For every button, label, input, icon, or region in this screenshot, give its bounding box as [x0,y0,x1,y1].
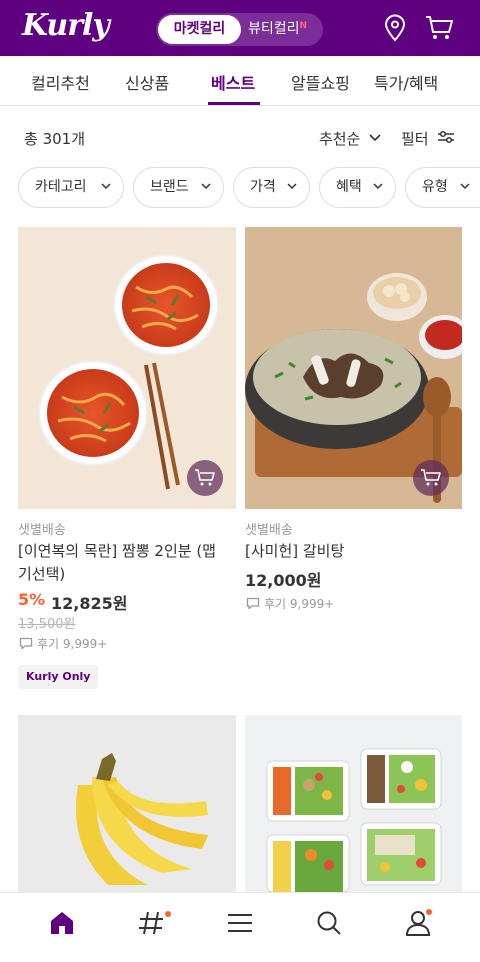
speech-bubble-icon [19,637,33,650]
chevron-down-icon [369,134,381,142]
chip-label: 가격 [250,179,276,195]
chevron-down-icon [460,183,470,190]
kurly-only-badge: Kurly Only [18,665,99,689]
filter-chip-type[interactable]: 유형 [405,167,480,208]
category-tabs: 컬리추천 신상품 베스트 알뜰쇼핑 특가/혜택 [0,56,480,106]
delivery-type: 샛별배송 [245,523,293,538]
product-name[interactable]: [사미헌] 갈비탕 [245,540,463,563]
delivery-type: 샛별배송 [18,523,66,538]
chip-label: 유형 [422,179,448,195]
review-text: 후기 9,999+ [264,597,335,611]
sort-label: 추천순 [319,130,361,148]
active-tab-indicator [208,102,260,105]
top-header: Kurly 마켓컬리 뷰티컬리N [0,0,480,56]
filter-sliders-icon [438,130,455,144]
product-image-jjamppong[interactable] [18,227,236,509]
location-pin-icon[interactable] [383,14,407,46]
menu-icon[interactable] [226,909,254,941]
add-to-cart-button[interactable] [413,460,449,496]
product-name-line: 기선택) [18,565,66,583]
chevron-down-icon [373,183,383,190]
store-switch: 마켓컬리 뷰티컬리N [156,13,323,46]
product-name-line: [이연복의 목란] 짬뽕 2인분 (맵 [18,542,216,560]
chevron-down-icon [201,183,211,190]
filter-chip-category[interactable]: 카테고리 [18,167,124,208]
product-name[interactable]: [이연복의 목란] 짬뽕 2인분 (맵 기선택) [18,540,240,586]
filter-chip-price[interactable]: 가격 [233,167,310,208]
hashtag-icon[interactable] [137,909,171,941]
cart-icon [195,469,215,486]
chip-label: 카테고리 [35,179,87,195]
sale-price: 12,825원 [51,594,128,613]
market-kurly-tab[interactable]: 마켓컬리 [158,15,241,44]
search-icon[interactable] [315,909,343,941]
notification-dot [165,911,171,917]
chip-label: 브랜드 [150,179,189,195]
product-image-galbitang[interactable] [245,227,462,509]
tab-new-products[interactable]: 신상품 [125,70,169,94]
filter-label: 필터 [401,130,429,148]
filter-chip-brand[interactable]: 브랜드 [133,167,224,208]
tab-smart-shopping[interactable]: 알뜰쇼핑 [291,70,350,94]
bottom-navigation [0,892,480,962]
tab-kurly-recommend[interactable]: 컬리추천 [31,70,90,94]
product-image-salad-box[interactable] [245,715,462,892]
tab-best[interactable]: 베스트 [211,70,255,94]
filter-button[interactable]: 필터 [401,128,455,149]
discount-rate: 5% [18,590,46,609]
sort-dropdown[interactable]: 추천순 [319,128,381,149]
product-count: 총 301개 [24,130,85,148]
new-badge: N [299,21,308,31]
chip-label: 혜택 [336,179,362,195]
original-price: 13,500원 [18,617,76,632]
my-page-icon[interactable] [404,909,432,941]
chevron-down-icon [287,183,297,190]
beauty-kurly-label: 뷰티컬리 [248,21,300,37]
cart-icon [421,469,441,486]
review-count: 후기 9,999+ [246,595,334,612]
product-image-banana[interactable] [18,715,236,892]
review-count: 후기 9,999+ [19,635,107,652]
home-icon[interactable] [48,909,76,941]
filter-chip-benefit[interactable]: 혜택 [319,167,396,208]
add-to-cart-button[interactable] [187,460,223,496]
cart-icon[interactable] [424,14,454,46]
notification-dot [426,909,432,915]
kurly-logo[interactable]: Kurly [22,8,110,43]
beauty-kurly-tab[interactable]: 뷰티컬리N [248,15,321,44]
speech-bubble-icon [246,597,260,610]
chevron-down-icon [101,183,111,190]
sale-price: 12,000원 [245,571,322,590]
tab-special-offers[interactable]: 특가/혜택 [374,70,438,94]
review-text: 후기 9,999+ [37,637,108,651]
